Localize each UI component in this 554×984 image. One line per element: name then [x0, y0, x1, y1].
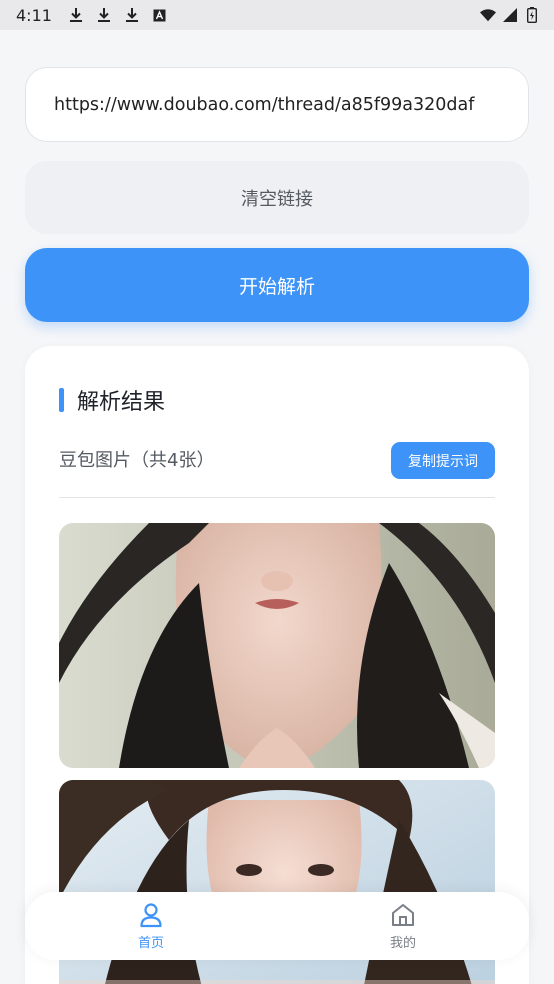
download-icon — [96, 7, 112, 23]
nav-label-home: 首页 — [137, 935, 164, 951]
notification-icons — [68, 7, 168, 23]
title-accent-bar — [59, 388, 64, 412]
download-icon — [68, 7, 84, 23]
result-card: 解析结果 豆包图片（共4张） 复制提示词 — [25, 346, 529, 984]
nav-item-home[interactable]: 首页 — [25, 892, 277, 960]
status-time: 4:11 — [16, 5, 52, 25]
user-icon — [138, 902, 164, 928]
system-icons — [480, 7, 540, 23]
battery-icon — [524, 7, 540, 23]
url-input[interactable] — [54, 94, 500, 115]
bottom-nav: 首页 我的 — [25, 892, 529, 960]
nav-item-mine[interactable]: 我的 — [277, 892, 529, 960]
images-count-label: 豆包图片（共4张） — [59, 450, 215, 471]
result-header: 解析结果 — [59, 384, 165, 416]
app-screen: 4:11 https://www.doubao.com/thread/a85f9… — [0, 0, 554, 984]
signal-icon — [502, 7, 518, 23]
result-image[interactable] — [59, 523, 495, 768]
status-bar: 4:11 — [0, 0, 554, 30]
a-icon — [152, 7, 168, 23]
home-icon — [390, 902, 416, 928]
url-field[interactable] — [25, 67, 529, 142]
wifi-icon — [480, 7, 496, 23]
divider — [59, 497, 495, 498]
clear-link-button[interactable]: 清空链接 — [25, 161, 529, 234]
start-parse-button[interactable]: 开始解析 — [25, 248, 529, 322]
nav-label-mine: 我的 — [389, 935, 416, 951]
download-icon — [124, 7, 140, 23]
copy-prompt-button[interactable]: 复制提示词 — [391, 442, 495, 479]
result-title: 解析结果 — [77, 390, 166, 415]
